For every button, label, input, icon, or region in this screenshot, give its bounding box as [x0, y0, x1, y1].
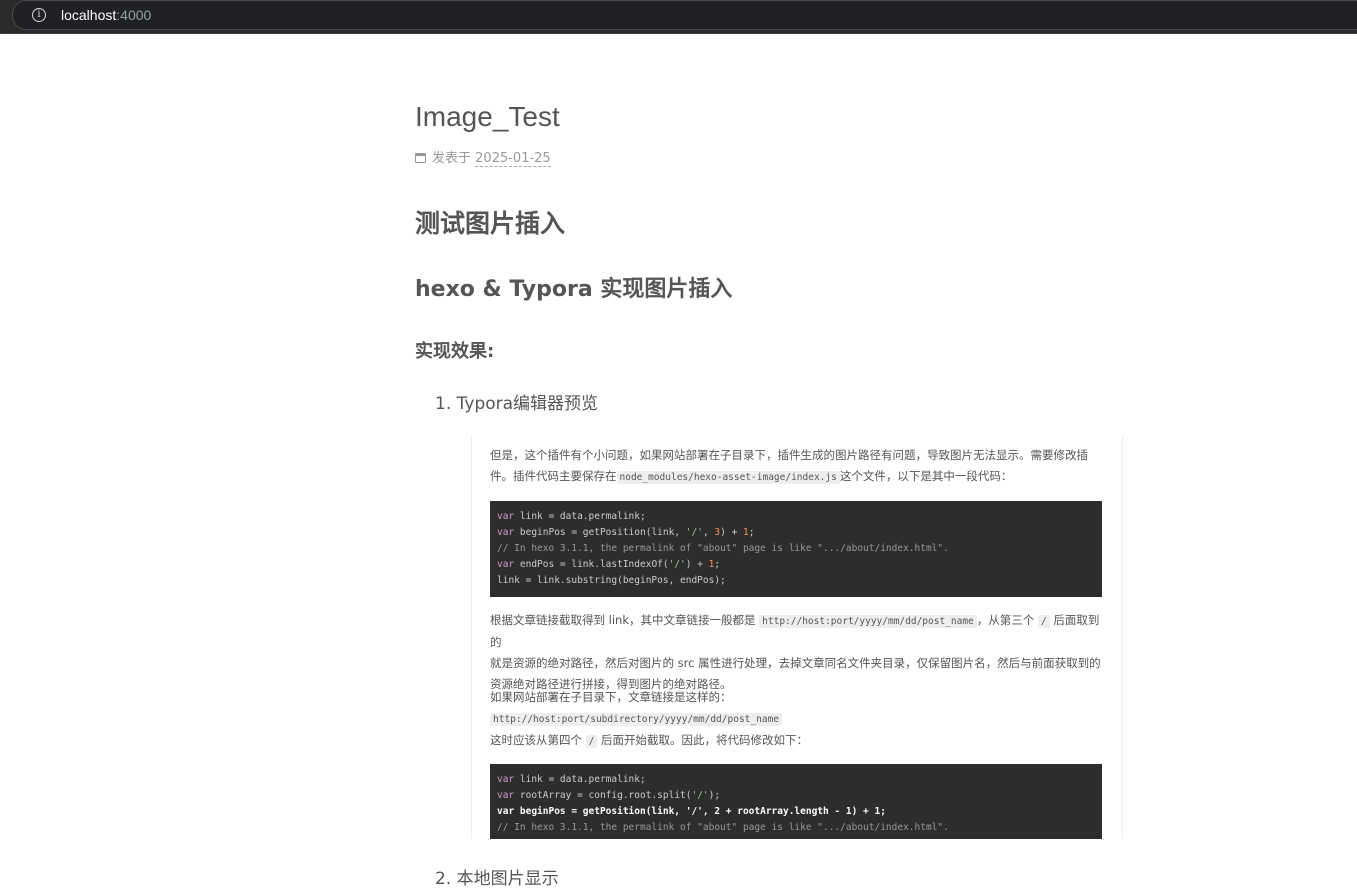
code-keyword: var [497, 511, 515, 522]
paragraph-line: 但是，这个插件有个小问题，如果网站部署在子目录下，插件生成的图片路径有问题，导致… [490, 448, 1088, 462]
embedded-screenshot: 但是，这个插件有个小问题，如果网站部署在子目录下，插件生成的图片路径有问题，导致… [472, 435, 1122, 839]
code-line: var beginPos = getPosition(link, '/', 3)… [497, 525, 1095, 541]
code-string: '/' [691, 790, 709, 801]
url-text[interactable]: localhost:4000 [61, 7, 151, 23]
embedded-paragraph: 根据文章链接截取得到 link，其中文章链接一般都是 http://host:p… [490, 610, 1104, 695]
url-port: :4000 [116, 7, 152, 23]
heading-2: hexo & Typora 实现图片插入 [415, 277, 733, 302]
text: 根据文章链接截取得到 link，其中文章链接一般都是 [490, 613, 756, 627]
text: 件。插件代码主要保存在 [490, 469, 617, 483]
code-keyword: var [497, 527, 515, 538]
url-host: localhost [61, 7, 117, 23]
address-bar[interactable]: i localhost:4000 [12, 0, 1357, 30]
inline-code: http://host:port/yyyy/mm/dd/post_name [759, 615, 977, 628]
list-item-text: Typora编辑器预览 [456, 394, 599, 414]
code-line: var endPos = link.lastIndexOf('/') + 1; [497, 557, 1095, 573]
code-line: var rootArray = config.root.split('/'); [497, 788, 1095, 804]
embedded-paragraph: 但是，这个插件有个小问题，如果网站部署在子目录下，插件生成的图片路径有问题，导致… [490, 445, 1104, 488]
code-text: link = data.permalink; [514, 774, 646, 785]
info-icon[interactable]: i [32, 8, 46, 22]
list-item-text: 本地图片显示 [456, 869, 559, 889]
code-text: ; [748, 527, 755, 538]
inline-code: http://host:port/subdirectory/yyyy/mm/dd… [490, 713, 782, 726]
post-title[interactable]: Image_Test [415, 101, 560, 133]
code-text: beginPos = getPosition(link, [514, 527, 686, 538]
code-keyword: var [497, 559, 515, 570]
code-line: link = link.substring(beginPos, endPos); [497, 575, 726, 586]
code-block: var link = data.permalink; var beginPos … [490, 501, 1102, 597]
code-string: '/' [668, 559, 686, 570]
list-item: 1. Typora编辑器预览 [435, 389, 598, 414]
paragraph-line: 件。插件代码主要保存在 node_modules/hexo-asset-image… [490, 466, 1104, 488]
code-line-highlighted: var beginPos = getPosition(link, '/', 2 … [497, 806, 886, 817]
code-text: rootArray = config.root.split( [514, 790, 692, 801]
list-item: 2. 本地图片显示 [435, 864, 559, 889]
inline-code: / [585, 735, 598, 748]
meta-prefix: 发表于 [432, 151, 472, 166]
paragraph-line: http://host:port/subdirectory/yyyy/mm/dd… [490, 708, 1104, 730]
text: 这时应该从第四个 [490, 733, 582, 747]
code-text: ); [708, 790, 721, 801]
paragraph-line: 这时应该从第四个 / 后面开始截取。因此，将代码修改如下： [490, 730, 1104, 752]
code-text: ) + [720, 527, 744, 538]
text: ，从第三个 [976, 613, 1035, 627]
code-comment: // In hexo 3.1.1, the permalink of "abou… [497, 822, 949, 833]
heading-1: 测试图片插入 [415, 209, 566, 238]
inline-code: node_modules/hexo-asset-image/index.js [616, 471, 840, 484]
code-block: var link = data.permalink; var rootArray… [490, 764, 1102, 839]
code-line: var link = data.permalink; [497, 772, 1095, 788]
text: 这个文件，以下是其中一段代码： [839, 469, 1013, 483]
inline-code: / [1037, 615, 1050, 628]
code-text: , [702, 527, 715, 538]
list-marker: 2. [435, 869, 452, 889]
heading-3: 实现效果: [415, 341, 495, 362]
code-keyword: var [497, 774, 515, 785]
text: 后面开始截取。因此，将代码修改如下： [601, 733, 809, 747]
browser-toolbar: i localhost:4000 [0, 0, 1357, 34]
code-string: '/' [685, 527, 703, 538]
post-meta: 发表于 2025-01-25 [415, 147, 551, 167]
code-comment: // In hexo 3.1.1, the permalink of "abou… [497, 543, 949, 554]
embedded-paragraph: 如果网站部署在子目录下，文章链接是这样的： http://host:port/s… [490, 687, 1104, 752]
code-text: ; [714, 559, 721, 570]
post-date[interactable]: 2025-01-25 [475, 151, 551, 167]
code-keyword: var [497, 790, 515, 801]
calendar-icon [415, 153, 426, 163]
code-line: var link = data.permalink; [497, 509, 1095, 525]
list-marker: 1. [435, 394, 452, 414]
code-text: ) + [685, 559, 709, 570]
paragraph-line: 根据文章链接截取得到 link，其中文章链接一般都是 http://host:p… [490, 610, 1104, 653]
paragraph-line: 如果网站部署在子目录下，文章链接是这样的： [490, 690, 732, 704]
code-text: endPos = link.lastIndexOf( [514, 559, 669, 570]
paragraph-line: 就是资源的绝对路径，然后对图片的 src 属性进行处理，去掉文章同名文件夹目录，… [490, 656, 1101, 670]
code-text: link = data.permalink; [514, 511, 646, 522]
